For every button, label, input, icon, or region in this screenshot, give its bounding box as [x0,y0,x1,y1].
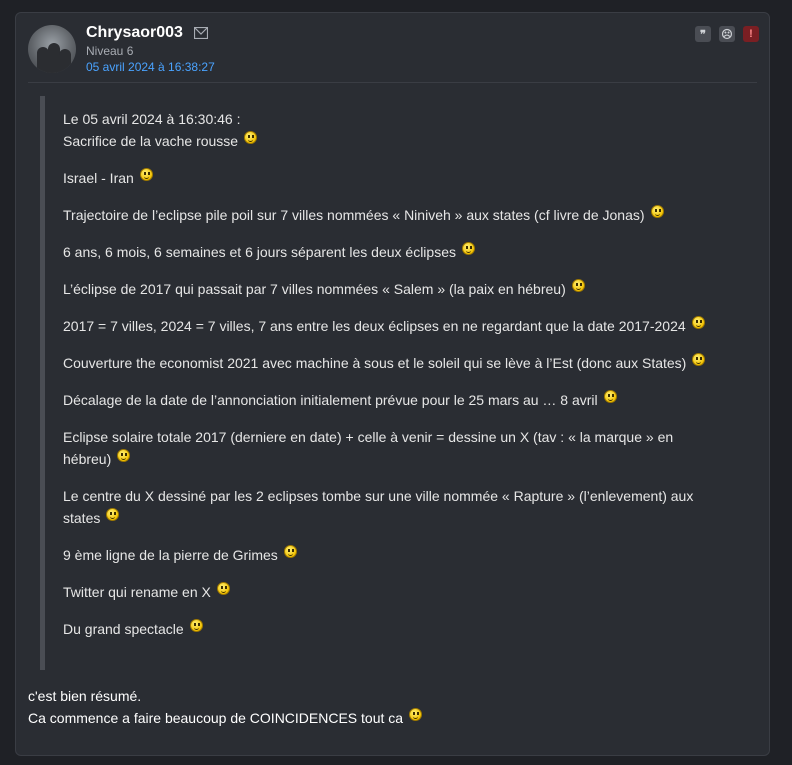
report-icon[interactable]: ! [743,26,759,42]
quote-line: Trajectoire de l’eclipse pile poil sur 7… [63,204,740,226]
avatar[interactable] [28,25,76,73]
smiley-icon [461,242,475,255]
quote-line: states [63,507,740,529]
smiley-icon [189,619,203,632]
quote-line: Le centre du X dessiné par les 2 eclipse… [63,488,694,504]
quote-line: 2017 = 7 villes, 2024 = 7 villes, 7 ans … [63,315,740,337]
quote-line: L’éclipse de 2017 qui passait par 7 vill… [63,278,740,300]
mail-icon[interactable] [194,27,208,39]
smiley-icon [139,168,153,181]
reply-line: Ca commence a faire beaucoup de COINCIDE… [28,707,423,729]
user-level: Niveau 6 [86,44,134,58]
smiley-icon [117,449,131,462]
smiley-icon [571,279,585,292]
quote-icon[interactable]: ❞ [695,26,711,42]
quote-line: Du grand spectacle [63,618,740,640]
divider [28,82,757,83]
smiley-icon [106,508,120,521]
quote-line: hébreu) [63,448,740,470]
smiley-icon [692,353,706,366]
reply-line: c'est bien résumé. [28,688,142,704]
smiley-icon [283,545,297,558]
avatar-figure [59,49,71,73]
quote-block: Le 05 avril 2024 à 16:30:46 : Sacrifice … [40,96,740,670]
smiley-icon [650,205,664,218]
forum-post: Chrysaor003 Niveau 6 05 avril 2024 à 16:… [15,12,770,756]
quote-line: Twitter qui rename en X [63,581,740,603]
quote-line: Israel - Iran [63,167,740,189]
post-actions: ❞ ☹ ! [695,26,759,42]
quote-line: 9 ème ligne de la pierre de Grimes [63,544,740,566]
quote-line: Eclipse solaire totale 2017 (derniere en… [63,429,674,445]
quote-header: Le 05 avril 2024 à 16:30:46 : [63,111,241,127]
quote-line: Décalage de la date de l’annonciation in… [63,389,740,411]
quote-line: Sacrifice de la vache rousse [63,130,740,152]
smiley-icon [409,708,423,721]
quote-line: 6 ans, 6 mois, 6 semaines et 6 jours sép… [63,241,740,263]
quote-line: Couverture the economist 2021 avec machi… [63,352,740,374]
smiley-icon [216,582,230,595]
username[interactable]: Chrysaor003 [86,24,183,42]
smiley-icon [244,131,258,144]
smiley-icon [691,316,705,329]
post-date[interactable]: 05 avril 2024 à 16:38:27 [86,60,215,74]
blacklist-icon[interactable]: ☹ [719,26,735,42]
reply-text: c'est bien résumé. Ca commence a faire b… [28,685,423,729]
smiley-icon [603,390,617,403]
